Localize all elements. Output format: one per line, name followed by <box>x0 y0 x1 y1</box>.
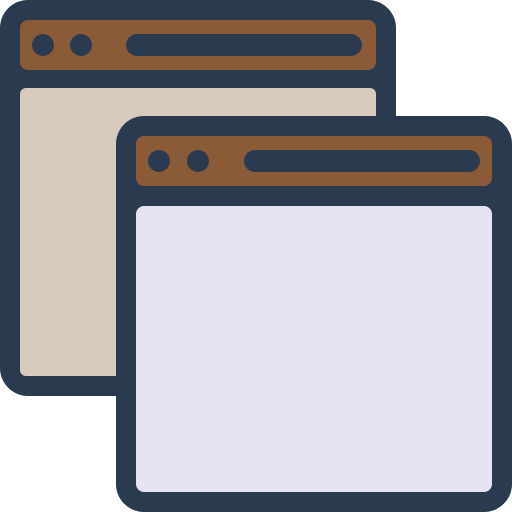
back-window-dot-2 <box>70 34 92 56</box>
browser-windows-icon <box>0 0 512 512</box>
front-window-title-divider <box>136 186 492 206</box>
browser-windows-graphic <box>0 0 512 512</box>
front-window-dot-1 <box>148 150 170 172</box>
front-window <box>116 116 512 512</box>
back-window-address-bar <box>126 34 362 56</box>
front-window-body <box>136 206 492 492</box>
back-window-dot-1 <box>32 34 54 56</box>
front-window-address-bar <box>244 150 480 172</box>
back-window-title-divider <box>20 70 376 88</box>
front-window-dot-2 <box>187 150 209 172</box>
